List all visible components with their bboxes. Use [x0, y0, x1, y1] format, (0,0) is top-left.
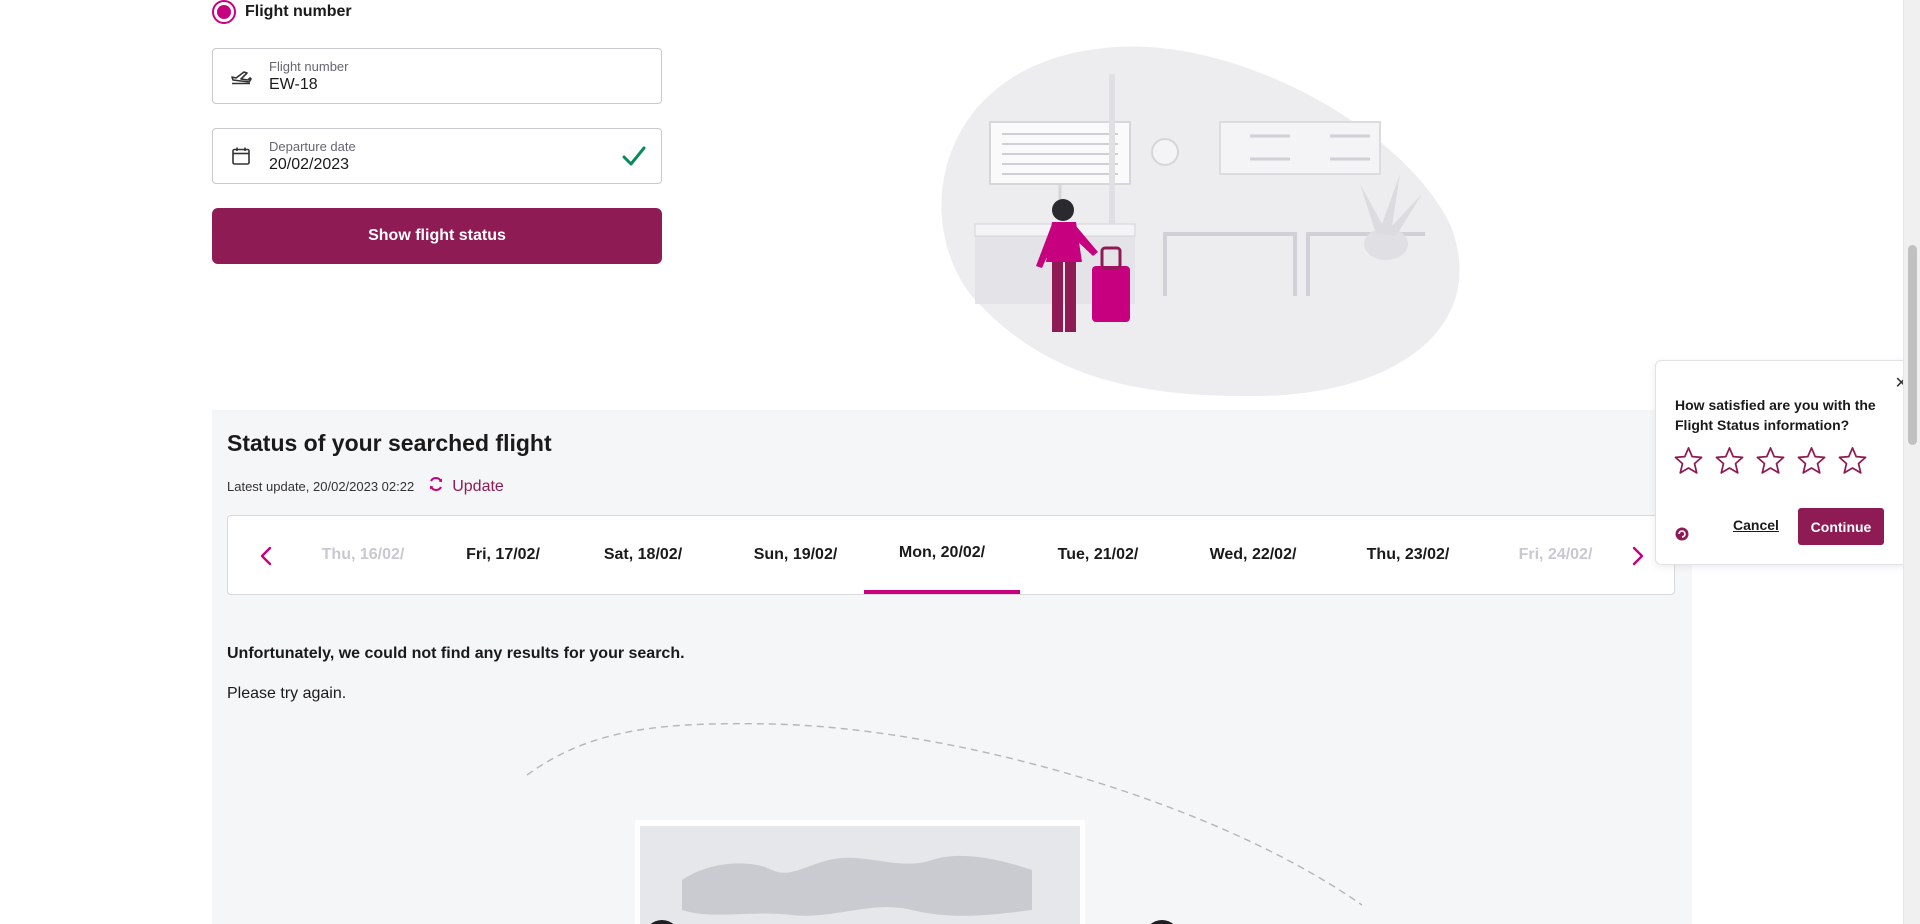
flight-number-label: Flight number	[269, 58, 349, 74]
refresh-icon	[428, 476, 444, 497]
page-scrollbar[interactable]	[1903, 0, 1920, 924]
date-tab[interactable]: Thu, 23/02/	[1333, 516, 1483, 594]
date-tab-label: Mon, 20/02/	[898, 544, 986, 561]
update-button[interactable]: Update	[428, 476, 504, 497]
star-outline-icon[interactable]	[1755, 445, 1786, 476]
star-rating	[1673, 445, 1868, 476]
date-tab-label: Wed, 22/02/	[1209, 546, 1297, 563]
chevron-left-icon[interactable]	[248, 538, 284, 574]
date-tab[interactable]: Wed, 22/02/	[1178, 516, 1328, 594]
calendar-icon	[213, 146, 269, 166]
radio-label: Flight number	[245, 3, 352, 20]
airplane-takeoff-icon	[213, 67, 269, 85]
feedback-provider-logo-icon	[1675, 527, 1689, 546]
star-outline-icon[interactable]	[1837, 445, 1868, 476]
feedback-question: How satisfied are you with the Flight St…	[1675, 397, 1876, 433]
scrollbar-thumb[interactable]	[1908, 245, 1917, 445]
chevron-right-icon[interactable]	[1620, 538, 1656, 574]
date-tab[interactable]: Fri, 24/02/	[1483, 516, 1628, 594]
airport-illustration	[941, 46, 1460, 397]
date-tab-label: Sat, 18/02/	[603, 546, 683, 563]
date-tab-label: Thu, 23/02/	[1366, 546, 1450, 563]
latest-update-text: Latest update, 20/02/2023 02:22	[227, 479, 415, 494]
date-tab-label: Thu, 16/02/	[321, 546, 405, 563]
update-label: Update	[452, 477, 504, 495]
date-tab-label: Fri, 24/02/	[1518, 546, 1593, 563]
date-tab-label: Tue, 21/02/	[1057, 546, 1139, 563]
checkmark-icon	[621, 143, 647, 174]
update-row: Latest update, 20/02/2023 02:22 Update	[227, 476, 504, 497]
date-selector: Thu, 16/02/ Fri, 17/02/ Sat, 18/02/ Sun,…	[227, 515, 1675, 595]
date-tab[interactable]: Sat, 18/02/	[578, 516, 708, 594]
star-outline-icon[interactable]	[1796, 445, 1827, 476]
departure-date-label: Departure date	[269, 138, 356, 154]
radio-selected-dot	[217, 5, 231, 19]
feedback-continue-button[interactable]: Continue	[1798, 508, 1884, 545]
date-tab[interactable]: Sun, 19/02/	[723, 516, 868, 594]
departure-date-field[interactable]: Departure date 20/02/2023	[212, 128, 662, 184]
date-tab[interactable]: Thu, 16/02/	[298, 516, 428, 594]
radio-button[interactable]	[212, 0, 236, 24]
try-again-message: Please try again.	[227, 685, 347, 702]
flight-status-panel: Status of your searched flight Latest up…	[212, 410, 1692, 924]
flight-number-value[interactable]: EW-18	[269, 76, 348, 94]
no-results-message: Unfortunately, we could not find any res…	[227, 645, 685, 662]
date-tab-selected[interactable]: Mon, 20/02/	[864, 516, 1020, 594]
date-tab[interactable]: Fri, 17/02/	[438, 516, 568, 594]
feedback-cancel-button[interactable]: Cancel	[1733, 517, 1779, 533]
date-tab-label: Sun, 19/02/	[753, 546, 838, 563]
star-outline-icon[interactable]	[1714, 445, 1745, 476]
departure-date-value[interactable]: 20/02/2023	[269, 156, 356, 174]
status-title: Status of your searched flight	[227, 430, 552, 456]
flight-number-field[interactable]: Flight number EW-18	[212, 48, 662, 104]
feedback-widget: ✕ How satisfied are you with the Flight …	[1655, 360, 1920, 565]
flight-number-radio[interactable]: Flight number	[212, 0, 352, 24]
date-tab-label: Fri, 17/02/	[466, 546, 540, 563]
star-outline-icon[interactable]	[1673, 445, 1704, 476]
date-tab[interactable]: Tue, 21/02/	[1028, 516, 1168, 594]
world-map-illustration	[526, 722, 1363, 924]
show-flight-status-button[interactable]: Show flight status	[212, 208, 662, 264]
